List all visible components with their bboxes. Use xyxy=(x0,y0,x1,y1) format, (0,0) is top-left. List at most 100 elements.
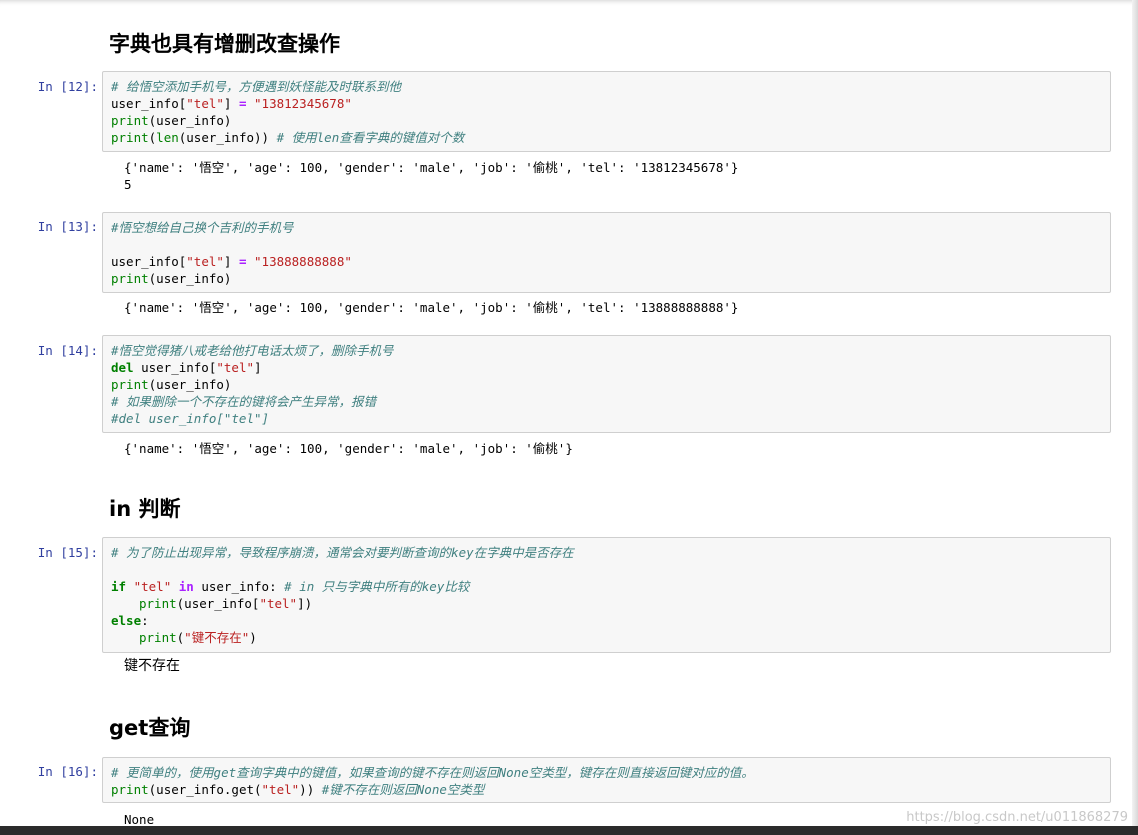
cell-output-14: {'name': '悟空', 'age': 100, 'gender': 'ma… xyxy=(124,440,573,457)
code-token: print xyxy=(111,782,149,797)
output-line: {'name': '悟空', 'age': 100, 'gender': 'ma… xyxy=(124,300,739,315)
code-token: # 为了防止出现异常，导致程序崩溃，通常会对要判断查询的key在字典中是否存在 xyxy=(111,545,574,560)
cell-prompt: In [13]: xyxy=(37,219,98,234)
code-line: print(user_info["tel"]) xyxy=(111,595,1102,612)
cell-prompt: In [12]: xyxy=(37,79,98,94)
code-cell-16[interactable]: # 更简单的，使用get查询字典中的键值，如果查询的键不存在则返回None空类型… xyxy=(102,757,1111,803)
code-token: else xyxy=(111,613,142,628)
cell-output-12: {'name': '悟空', 'age': 100, 'gender': 'ma… xyxy=(124,159,738,193)
code-token: user_info[ xyxy=(133,360,217,375)
cell-prompt: In [15]: xyxy=(37,545,98,560)
code-line: print(user_info) xyxy=(111,270,1102,287)
code-line: print(len(user_info)) # 使用len查看字典的键值对个数 xyxy=(111,129,1102,146)
code-token: "tel" xyxy=(186,96,224,111)
code-line: user_info["tel"] = "13812345678" xyxy=(111,95,1102,112)
cell-prompt: In [16]: xyxy=(37,764,98,779)
code-line: # 更简单的，使用get查询字典中的键值，如果查询的键不存在则返回None空类型… xyxy=(111,764,1102,781)
code-line: print(user_info) xyxy=(111,112,1102,129)
code-token: : xyxy=(141,613,149,628)
code-token: # in 只与字典中所有的key比较 xyxy=(284,579,470,594)
code-token: ] xyxy=(223,96,239,111)
code-token: #悟空觉得猪八戒老给他打电话太烦了，删除手机号 xyxy=(111,343,394,358)
code-cell-15[interactable]: # 为了防止出现异常，导致程序崩溃，通常会对要判断查询的key在字典中是否存在 i… xyxy=(102,537,1111,653)
code-line: del user_info["tel"] xyxy=(111,359,1102,376)
code-token: = xyxy=(238,96,247,111)
code-token: "13888888888" xyxy=(254,254,352,269)
code-token: "tel" xyxy=(186,254,224,269)
code-line: user_info["tel"] = "13888888888" xyxy=(111,253,1102,270)
section-heading-in: in 判断 xyxy=(109,497,181,521)
output-line: 键不存在 xyxy=(124,658,180,674)
code-token: print xyxy=(139,596,177,611)
code-line: if "tel" in user_info: # in 只与字典中所有的key比… xyxy=(111,578,1102,595)
code-token: ] xyxy=(254,360,262,375)
code-token: # 给悟空添加手机号，方便遇到妖怪能及时联系到他 xyxy=(111,79,402,94)
code-token: len xyxy=(156,130,179,145)
code-line: #del user_info["tel"] xyxy=(111,410,1102,427)
code-token: = xyxy=(238,254,247,269)
code-cell-14[interactable]: #悟空觉得猪八戒老给他打电话太烦了，删除手机号 del user_info["te… xyxy=(102,335,1111,433)
code-line: #悟空觉得猪八戒老给他打电话太烦了，删除手机号 xyxy=(111,342,1102,359)
code-line: # 给悟空添加手机号，方便遇到妖怪能及时联系到他 xyxy=(111,78,1102,95)
watermark: https://blog.csdn.net/u011868279 xyxy=(906,810,1128,825)
code-line: else: xyxy=(111,612,1102,629)
code-cell-13[interactable]: #悟空想给自己换个吉利的手机号 user_info["tel"] = "13888… xyxy=(102,212,1111,293)
code-token: "tel" xyxy=(261,782,300,797)
code-token: )) xyxy=(299,782,322,797)
code-token: # 使用len查看字典的键值对个数 xyxy=(276,130,465,145)
code-token: #del user_info["tel"] xyxy=(111,411,270,426)
code-line: print("键不存在") xyxy=(111,629,1102,646)
code-token: # 更简单的，使用get查询字典中的键值，如果查询的键不存在则返回None空类型… xyxy=(111,765,754,780)
code-token: (user_info) xyxy=(148,271,232,286)
code-token: print xyxy=(111,377,149,392)
code-token: ) xyxy=(249,630,257,645)
code-token: print xyxy=(111,130,149,145)
code-token: "键不存在" xyxy=(184,630,250,645)
code-token: print xyxy=(139,630,177,645)
code-token: user_info[ xyxy=(111,96,187,111)
section-heading-get: get查询 xyxy=(109,716,191,740)
code-token: user_info: xyxy=(193,579,285,594)
code-token: (user_info)) xyxy=(178,130,277,145)
code-token: # 如果删除一个不存在的键将会产生异常，报错 xyxy=(111,394,377,409)
code-line: print(user_info) xyxy=(111,376,1102,393)
section-heading-crud: 字典也具有增删改查操作 xyxy=(109,32,340,56)
code-token: "13812345678" xyxy=(254,96,352,111)
code-token: user_info[ xyxy=(111,254,187,269)
output-line: 5 xyxy=(124,177,132,192)
code-token: print xyxy=(111,271,149,286)
code-token: del xyxy=(111,360,134,375)
code-token: (user_info) xyxy=(148,377,232,392)
cell-output-13: {'name': '悟空', 'age': 100, 'gender': 'ma… xyxy=(124,299,738,316)
cell-output-15: 键不存在 xyxy=(124,658,180,675)
code-token: ]) xyxy=(297,596,313,611)
notebook-page: 字典也具有增删改查操作 In [12]: # 给悟空添加手机号，方便遇到妖怪能及… xyxy=(0,0,1138,835)
code-line: print(user_info.get("tel")) #键不存在则返回None… xyxy=(111,781,1102,798)
output-line: {'name': '悟空', 'age': 100, 'gender': 'ma… xyxy=(124,160,739,175)
code-token: print xyxy=(111,113,149,128)
code-token: #键不存在则返回None空类型 xyxy=(321,782,485,797)
code-line: #悟空想给自己换个吉利的手机号 xyxy=(111,219,1102,236)
code-token: (user_info) xyxy=(148,113,232,128)
code-token: (user_info.get( xyxy=(148,782,262,797)
code-token: "tel" xyxy=(259,596,298,611)
bottom-bar xyxy=(0,826,1138,835)
code-cell-12[interactable]: # 给悟空添加手机号，方便遇到妖怪能及时联系到他 user_info["tel"]… xyxy=(102,71,1111,152)
code-line: # 为了防止出现异常，导致程序崩溃，通常会对要判断查询的key在字典中是否存在 xyxy=(111,544,1102,561)
code-token: (user_info[ xyxy=(176,596,260,611)
cell-prompt: In [14]: xyxy=(37,343,98,358)
code-token: "tel" xyxy=(133,579,172,594)
code-token: if xyxy=(111,579,127,594)
code-token: #悟空想给自己换个吉利的手机号 xyxy=(111,220,294,235)
code-token: ] xyxy=(223,254,239,269)
output-line: {'name': '悟空', 'age': 100, 'gender': 'ma… xyxy=(124,441,573,456)
scrollbar-track[interactable] xyxy=(1132,0,1138,835)
code-token: in xyxy=(178,579,194,594)
code-token: "tel" xyxy=(216,360,255,375)
